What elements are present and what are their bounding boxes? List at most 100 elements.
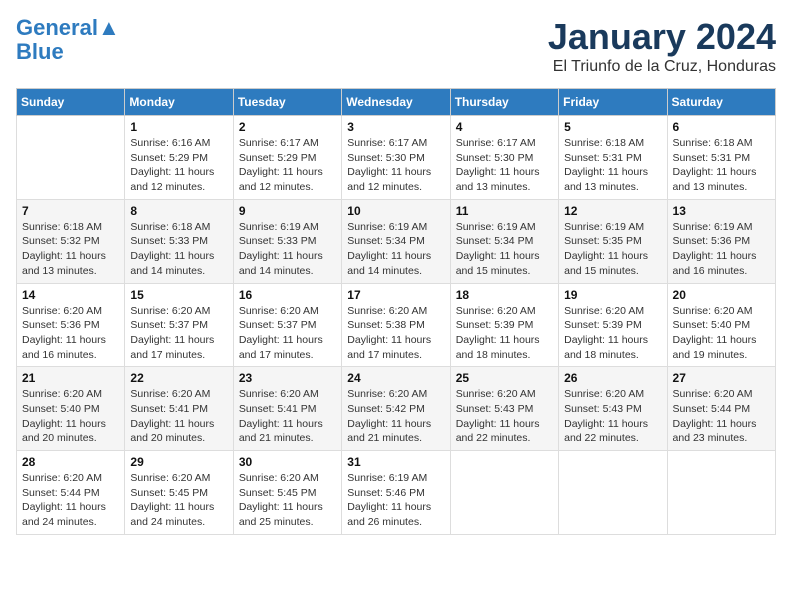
day-info: Sunrise: 6:19 AM Sunset: 5:46 PM Dayligh… bbox=[347, 471, 444, 530]
day-number: 18 bbox=[456, 288, 553, 302]
day-info: Sunrise: 6:18 AM Sunset: 5:31 PM Dayligh… bbox=[564, 136, 661, 195]
calendar-cell: 12Sunrise: 6:19 AM Sunset: 5:35 PM Dayli… bbox=[559, 199, 667, 283]
day-info: Sunrise: 6:20 AM Sunset: 5:41 PM Dayligh… bbox=[130, 387, 227, 446]
calendar-week: 21Sunrise: 6:20 AM Sunset: 5:40 PM Dayli… bbox=[17, 367, 776, 451]
day-number: 31 bbox=[347, 455, 444, 469]
day-number: 14 bbox=[22, 288, 119, 302]
day-number: 8 bbox=[130, 204, 227, 218]
calendar-header: SundayMondayTuesdayWednesdayThursdayFrid… bbox=[17, 89, 776, 116]
calendar-cell: 21Sunrise: 6:20 AM Sunset: 5:40 PM Dayli… bbox=[17, 367, 125, 451]
weekday-header: Tuesday bbox=[233, 89, 341, 116]
day-number: 17 bbox=[347, 288, 444, 302]
day-number: 7 bbox=[22, 204, 119, 218]
day-info: Sunrise: 6:20 AM Sunset: 5:39 PM Dayligh… bbox=[564, 304, 661, 363]
calendar-cell: 31 Sunrise: 6:19 AM Sunset: 5:46 PM Dayli… bbox=[342, 451, 450, 535]
day-info: Sunrise: 6:17 AM Sunset: 5:30 PM Dayligh… bbox=[456, 136, 553, 195]
location-subtitle: El Triunfo de la Cruz, Honduras bbox=[548, 58, 776, 76]
calendar-cell: 22Sunrise: 6:20 AM Sunset: 5:41 PM Dayli… bbox=[125, 367, 233, 451]
day-number: 24 bbox=[347, 371, 444, 385]
day-info: Sunrise: 6:20 AM Sunset: 5:38 PM Dayligh… bbox=[347, 304, 444, 363]
calendar-cell: 23 Sunrise: 6:20 AM Sunset: 5:41 PM Dayli… bbox=[233, 367, 341, 451]
calendar-cell: 14 Sunrise: 6:20 AM Sunset: 5:36 PM Dayli… bbox=[17, 283, 125, 367]
calendar-cell: 24 Sunrise: 6:20 AM Sunset: 5:42 PM Dayli… bbox=[342, 367, 450, 451]
calendar-cell: 1 Sunrise: 6:16 AM Sunset: 5:29 PM Daylig… bbox=[125, 116, 233, 200]
calendar-cell: 4 Sunrise: 6:17 AM Sunset: 5:30 PM Daylig… bbox=[450, 116, 558, 200]
logo: General▲Blue bbox=[16, 16, 120, 64]
day-number: 16 bbox=[239, 288, 336, 302]
day-info: Sunrise: 6:20 AM Sunset: 5:36 PM Dayligh… bbox=[22, 304, 119, 363]
day-info: Sunrise: 6:20 AM Sunset: 5:40 PM Dayligh… bbox=[673, 304, 770, 363]
day-info: Sunrise: 6:18 AM Sunset: 5:32 PM Dayligh… bbox=[22, 220, 119, 279]
logo-text: General▲Blue bbox=[16, 16, 120, 64]
day-number: 26 bbox=[564, 371, 661, 385]
day-number: 19 bbox=[564, 288, 661, 302]
calendar-cell: 19 Sunrise: 6:20 AM Sunset: 5:39 PM Dayli… bbox=[559, 283, 667, 367]
calendar-cell: 11Sunrise: 6:19 AM Sunset: 5:34 PM Dayli… bbox=[450, 199, 558, 283]
calendar-cell bbox=[17, 116, 125, 200]
calendar-table: SundayMondayTuesdayWednesdayThursdayFrid… bbox=[16, 88, 776, 535]
calendar-cell: 7 Sunrise: 6:18 AM Sunset: 5:32 PM Daylig… bbox=[17, 199, 125, 283]
day-number: 23 bbox=[239, 371, 336, 385]
calendar-cell bbox=[559, 451, 667, 535]
day-info: Sunrise: 6:20 AM Sunset: 5:37 PM Dayligh… bbox=[130, 304, 227, 363]
day-info: Sunrise: 6:19 AM Sunset: 5:36 PM Dayligh… bbox=[673, 220, 770, 279]
calendar-cell: 15 Sunrise: 6:20 AM Sunset: 5:37 PM Dayli… bbox=[125, 283, 233, 367]
calendar-cell: 16 Sunrise: 6:20 AM Sunset: 5:37 PM Dayli… bbox=[233, 283, 341, 367]
day-info: Sunrise: 6:20 AM Sunset: 5:44 PM Dayligh… bbox=[673, 387, 770, 446]
calendar-cell: 2 Sunrise: 6:17 AM Sunset: 5:29 PM Daylig… bbox=[233, 116, 341, 200]
day-info: Sunrise: 6:19 AM Sunset: 5:34 PM Dayligh… bbox=[456, 220, 553, 279]
calendar-cell: 9Sunrise: 6:19 AM Sunset: 5:33 PM Daylig… bbox=[233, 199, 341, 283]
day-info: Sunrise: 6:18 AM Sunset: 5:33 PM Dayligh… bbox=[130, 220, 227, 279]
calendar-cell: 5 Sunrise: 6:18 AM Sunset: 5:31 PM Daylig… bbox=[559, 116, 667, 200]
day-number: 5 bbox=[564, 120, 661, 134]
day-number: 4 bbox=[456, 120, 553, 134]
day-number: 29 bbox=[130, 455, 227, 469]
day-info: Sunrise: 6:18 AM Sunset: 5:31 PM Dayligh… bbox=[673, 136, 770, 195]
calendar-cell: 26 Sunrise: 6:20 AM Sunset: 5:43 PM Dayli… bbox=[559, 367, 667, 451]
day-info: Sunrise: 6:20 AM Sunset: 5:45 PM Dayligh… bbox=[239, 471, 336, 530]
calendar-body: 1 Sunrise: 6:16 AM Sunset: 5:29 PM Daylig… bbox=[17, 116, 776, 535]
day-number: 3 bbox=[347, 120, 444, 134]
calendar-week: 14 Sunrise: 6:20 AM Sunset: 5:36 PM Dayli… bbox=[17, 283, 776, 367]
calendar-cell: 13 Sunrise: 6:19 AM Sunset: 5:36 PM Dayli… bbox=[667, 199, 775, 283]
day-number: 2 bbox=[239, 120, 336, 134]
day-number: 27 bbox=[673, 371, 770, 385]
day-number: 28 bbox=[22, 455, 119, 469]
weekday-header: Friday bbox=[559, 89, 667, 116]
calendar-cell: 17 Sunrise: 6:20 AM Sunset: 5:38 PM Dayli… bbox=[342, 283, 450, 367]
calendar-cell: 3Sunrise: 6:17 AM Sunset: 5:30 PM Daylig… bbox=[342, 116, 450, 200]
day-info: Sunrise: 6:20 AM Sunset: 5:44 PM Dayligh… bbox=[22, 471, 119, 530]
calendar-week: 28 Sunrise: 6:20 AM Sunset: 5:44 PM Dayli… bbox=[17, 451, 776, 535]
weekday-header: Sunday bbox=[17, 89, 125, 116]
day-info: Sunrise: 6:20 AM Sunset: 5:42 PM Dayligh… bbox=[347, 387, 444, 446]
day-info: Sunrise: 6:16 AM Sunset: 5:29 PM Dayligh… bbox=[130, 136, 227, 195]
day-info: Sunrise: 6:20 AM Sunset: 5:37 PM Dayligh… bbox=[239, 304, 336, 363]
calendar-cell: 18 Sunrise: 6:20 AM Sunset: 5:39 PM Dayli… bbox=[450, 283, 558, 367]
day-info: Sunrise: 6:20 AM Sunset: 5:39 PM Dayligh… bbox=[456, 304, 553, 363]
day-number: 25 bbox=[456, 371, 553, 385]
day-number: 15 bbox=[130, 288, 227, 302]
month-title: January 2024 bbox=[548, 16, 776, 58]
day-info: Sunrise: 6:19 AM Sunset: 5:34 PM Dayligh… bbox=[347, 220, 444, 279]
calendar-cell bbox=[667, 451, 775, 535]
day-info: Sunrise: 6:20 AM Sunset: 5:45 PM Dayligh… bbox=[130, 471, 227, 530]
day-info: Sunrise: 6:20 AM Sunset: 5:41 PM Dayligh… bbox=[239, 387, 336, 446]
day-number: 13 bbox=[673, 204, 770, 218]
weekday-header: Wednesday bbox=[342, 89, 450, 116]
day-info: Sunrise: 6:20 AM Sunset: 5:43 PM Dayligh… bbox=[564, 387, 661, 446]
calendar-week: 1 Sunrise: 6:16 AM Sunset: 5:29 PM Daylig… bbox=[17, 116, 776, 200]
day-info: Sunrise: 6:19 AM Sunset: 5:35 PM Dayligh… bbox=[564, 220, 661, 279]
title-block: January 2024 El Triunfo de la Cruz, Hond… bbox=[548, 16, 776, 76]
calendar-cell: 10Sunrise: 6:19 AM Sunset: 5:34 PM Dayli… bbox=[342, 199, 450, 283]
day-number: 6 bbox=[673, 120, 770, 134]
day-number: 9 bbox=[239, 204, 336, 218]
calendar-cell: 25 Sunrise: 6:20 AM Sunset: 5:43 PM Dayli… bbox=[450, 367, 558, 451]
calendar-cell bbox=[450, 451, 558, 535]
calendar-cell: 27 Sunrise: 6:20 AM Sunset: 5:44 PM Dayli… bbox=[667, 367, 775, 451]
weekday-header: Thursday bbox=[450, 89, 558, 116]
weekday-header: Monday bbox=[125, 89, 233, 116]
day-number: 1 bbox=[130, 120, 227, 134]
day-info: Sunrise: 6:17 AM Sunset: 5:29 PM Dayligh… bbox=[239, 136, 336, 195]
calendar-cell: 28 Sunrise: 6:20 AM Sunset: 5:44 PM Dayli… bbox=[17, 451, 125, 535]
day-info: Sunrise: 6:20 AM Sunset: 5:43 PM Dayligh… bbox=[456, 387, 553, 446]
